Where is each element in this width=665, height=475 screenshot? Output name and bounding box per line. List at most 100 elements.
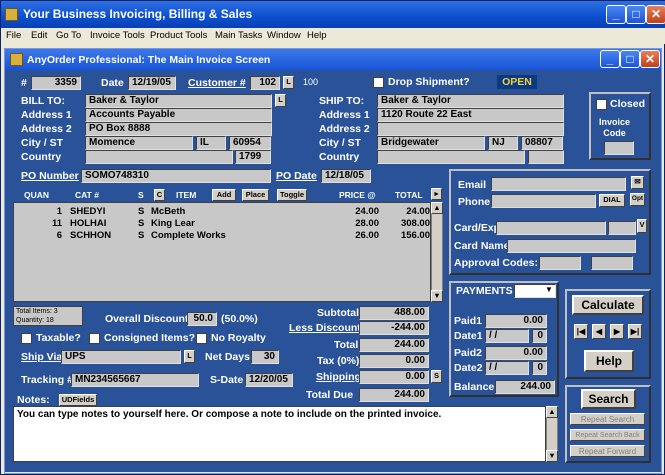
tracking-field[interactable]: MN234565667 <box>71 373 199 387</box>
paid1-field[interactable]: 0.00 <box>485 314 547 328</box>
taxable-checkbox[interactable] <box>21 333 32 344</box>
last-record-icon[interactable]: ▶| <box>628 324 642 339</box>
menu-main-tasks[interactable]: Main Tasks <box>215 30 262 41</box>
customer-lookup-button[interactable]: L <box>283 76 294 89</box>
date2-field[interactable]: / / <box>485 361 529 375</box>
date2-n-field[interactable]: 0 <box>532 361 547 375</box>
date-field[interactable]: 12/19/05 <box>128 76 176 90</box>
consigned-checkbox[interactable] <box>89 333 100 344</box>
phone-field[interactable] <box>491 194 596 208</box>
ship-via-field[interactable]: UPS <box>61 350 181 364</box>
inner-maximize-button[interactable]: □ <box>620 50 640 68</box>
bill-country-field[interactable] <box>85 150 233 164</box>
overall-discount-label: Overall Discount <box>105 313 189 325</box>
invoice-code-field[interactable] <box>604 141 634 155</box>
bill-addr1-field[interactable]: Accounts Payable <box>85 108 272 122</box>
payments-label: PAYMENTS <box>456 285 513 297</box>
toggle-button[interactable]: Toggle <box>277 189 307 201</box>
grid-scrollbar[interactable] <box>431 202 443 302</box>
net-days-field[interactable]: 30 <box>251 350 279 364</box>
menu-goto[interactable]: Go To <box>56 30 81 41</box>
notes-scroll-up-icon[interactable]: ▲ <box>546 406 558 418</box>
date1-field[interactable]: / / <box>485 329 529 343</box>
ship-country-field[interactable] <box>377 150 525 164</box>
prev-record-icon[interactable]: ◀ <box>592 324 606 339</box>
table-row[interactable]: 6 SCHHON S Complete Works 26.00 156.00 <box>14 230 432 242</box>
minimize-button[interactable]: _ <box>606 5 626 24</box>
bill-code-field[interactable]: 1799 <box>235 150 271 164</box>
opt-button[interactable]: Opt <box>630 193 645 206</box>
menu-file[interactable]: File <box>6 30 21 41</box>
window-title: AnyOrder Professional: The Main Invoice … <box>27 54 271 66</box>
close-button[interactable]: ✕ <box>646 5 665 24</box>
bill-zip-field[interactable]: 60954 <box>229 136 271 150</box>
bill-addr2-field[interactable]: PO Box 8888 <box>85 122 272 136</box>
inner-close-button[interactable]: ✕ <box>640 50 660 68</box>
sdate-field[interactable]: 12/20/05 <box>245 373 293 387</box>
menu-window[interactable]: Window <box>267 30 301 41</box>
udfields-button[interactable]: UDFields <box>59 394 97 406</box>
email-icon[interactable]: ✉ <box>631 176 644 189</box>
place-button[interactable]: Place <box>242 189 269 201</box>
po-date-field[interactable]: 12/18/05 <box>321 169 371 183</box>
ship-name-field[interactable]: Baker & Taylor <box>377 94 564 108</box>
po-date-label: PO Date <box>276 170 317 182</box>
customer-number-field[interactable]: 102 <box>250 76 280 90</box>
table-row[interactable]: 11 HOLHAI S King Lear 28.00 308.00 <box>14 218 432 230</box>
approval-field-2[interactable] <box>591 256 633 270</box>
customer-label[interactable]: Customer # <box>188 77 246 89</box>
first-record-icon[interactable]: |◀ <box>574 324 588 339</box>
ship-state-field[interactable]: NJ <box>488 136 518 150</box>
exp-field[interactable] <box>608 221 636 235</box>
overall-discount-field[interactable]: 50.0 <box>187 312 217 326</box>
card-field[interactable] <box>496 221 606 235</box>
repeat-search-button[interactable]: Repeat Search <box>570 413 645 425</box>
table-row[interactable]: 1 SHEDYI S McBeth 24.00 24.00 <box>14 206 432 218</box>
email-field[interactable] <box>491 177 626 191</box>
shipping-field[interactable]: 0.00 <box>359 370 429 384</box>
dial-button[interactable]: DIAL <box>599 194 625 207</box>
search-button[interactable]: Search <box>581 389 636 409</box>
column-arrow-icon[interactable]: ▸ <box>431 188 442 200</box>
ship-addr1-field[interactable]: 1120 Route 22 East <box>377 108 564 122</box>
approval-field-1[interactable] <box>539 256 581 270</box>
calculate-button[interactable]: Calculate <box>572 295 644 315</box>
menu-edit[interactable]: Edit <box>31 30 47 41</box>
bill-city-field[interactable]: Momence <box>85 136 193 150</box>
scroll-up-icon[interactable]: ▲ <box>431 202 443 214</box>
closed-checkbox[interactable] <box>596 99 607 110</box>
drop-shipment-checkbox[interactable] <box>373 77 384 88</box>
card-name-field[interactable] <box>507 239 636 253</box>
notes-textarea[interactable]: You can type notes to yourself here. Or … <box>13 406 546 462</box>
card-type-button[interactable]: V <box>637 219 647 233</box>
bill-lookup-button[interactable]: L <box>275 94 286 107</box>
repeat-search-back-button[interactable]: Repeat Search Back <box>570 429 645 441</box>
menu-invoice-tools[interactable]: Invoice Tools <box>90 30 145 41</box>
next-record-icon[interactable]: ▶ <box>610 324 624 339</box>
ship-zip-field[interactable]: 08807 <box>521 136 563 150</box>
menu-product-tools[interactable]: Product Tools <box>150 30 207 41</box>
add-button[interactable]: Add <box>212 189 236 201</box>
inner-minimize-button[interactable]: _ <box>600 50 620 68</box>
date1-n-field[interactable]: 0 <box>532 329 547 343</box>
scroll-down-icon[interactable]: ▼ <box>431 290 443 302</box>
tracking-label: Tracking # <box>21 374 73 386</box>
paid2-field[interactable]: 0.00 <box>485 346 547 360</box>
bill-state-field[interactable]: IL <box>196 136 226 150</box>
repeat-forward-button[interactable]: Repeat Forward <box>570 445 645 457</box>
ship-via-lookup-button[interactable]: L <box>184 350 195 363</box>
maximize-button[interactable]: □ <box>626 5 646 24</box>
col-c-button[interactable]: C <box>154 189 165 201</box>
shipping-s-button[interactable]: S <box>431 370 442 383</box>
ship-city-field[interactable]: Bridgewater <box>377 136 485 150</box>
invoice-number-field[interactable]: 3359 <box>31 76 81 90</box>
menu-help[interactable]: Help <box>307 30 327 41</box>
no-royalty-checkbox[interactable] <box>196 333 207 344</box>
bill-name-field[interactable]: Baker & Taylor <box>85 94 272 108</box>
ship-code-field[interactable] <box>528 150 564 164</box>
ship-addr2-field[interactable] <box>377 122 564 136</box>
tax-field[interactable]: 0.00 <box>359 354 429 368</box>
po-number-field[interactable]: SOMO748310 <box>81 169 271 183</box>
help-button[interactable]: Help <box>584 350 634 372</box>
notes-scroll-down-icon[interactable]: ▼ <box>546 450 558 462</box>
